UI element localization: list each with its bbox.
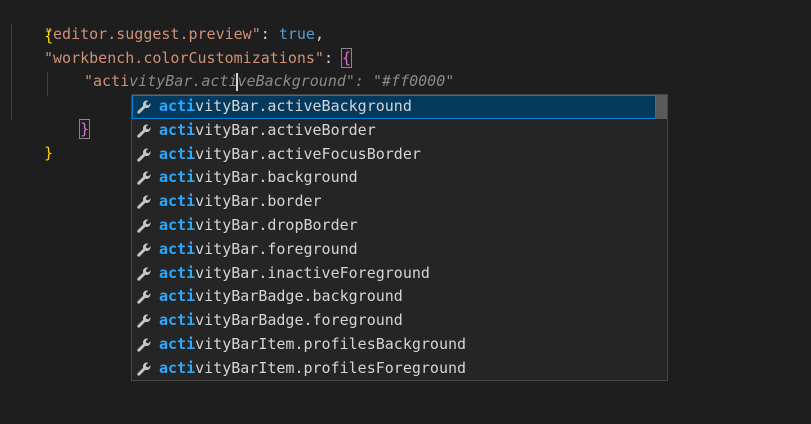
nested-open-brace: { [341, 48, 353, 68]
wrench-icon [136, 361, 152, 377]
code-line-3: "workbench.colorCustomizations": { [44, 46, 353, 70]
json-key: "editor.suggest.preview" [44, 25, 261, 43]
suggestion-label: activityBarItem.profilesForeground [159, 357, 466, 381]
suggestion-rest: vityBar.border [195, 192, 322, 211]
colon: : [260, 25, 279, 43]
code-line-6: } [8, 117, 53, 162]
code-line-5: } [44, 93, 91, 139]
suggestion-label: activityBarItem.profilesBackground [159, 333, 466, 357]
suggestion-label: activityBar.border [159, 190, 322, 214]
code-line-2: "editor.suggest.preview": true, [44, 22, 324, 46]
close-brace: } [44, 144, 54, 162]
match-highlight: acti [159, 263, 196, 282]
suggestion-rest: vityBar.background [195, 168, 358, 187]
suggestion-label: activityBar.inactiveForeground [159, 262, 430, 286]
suggestion-item[interactable]: activityBarItem.profilesBackground [132, 333, 656, 357]
wrench-icon [136, 218, 152, 234]
match-highlight: acti [159, 358, 196, 377]
wrench-icon [136, 170, 152, 186]
suggestion-item[interactable]: activityBar.activeBorder [132, 119, 656, 143]
suggestion-item[interactable]: activityBar.foreground [132, 238, 656, 262]
suggestion-item[interactable]: activityBar.dropBorder [132, 214, 656, 238]
wrench-icon [136, 313, 152, 329]
suggestion-item[interactable]: activityBarBadge.background [132, 285, 656, 309]
match-highlight: acti [159, 97, 196, 115]
match-highlight: acti [159, 144, 196, 163]
suggestion-rest: vityBarItem.profilesBackground [195, 335, 467, 353]
text-cursor [236, 73, 238, 91]
nested-close-brace: } [79, 119, 91, 139]
suggestion-rest: vityBar.foreground [195, 239, 358, 258]
match-highlight: acti [159, 311, 196, 330]
match-highlight: acti [159, 120, 196, 139]
match-highlight: acti [159, 239, 196, 258]
suggestion-rest: vityBar.activeBorder [195, 120, 376, 139]
suggestion-rest: vityBar.dropBorder [195, 216, 358, 234]
suggestion-item[interactable]: activityBar.activeFocusBorder [132, 143, 656, 167]
code-line-1: { [8, 0, 53, 45]
wrench-icon [136, 123, 152, 139]
suggestion-label: activityBar.activeBackground [159, 95, 412, 119]
wrench-icon [136, 289, 152, 305]
suggestion-rest: vityBar.inactiveForeground [195, 263, 430, 282]
json-key: "workbench.colorCustomizations" [44, 49, 324, 67]
suggestion-item[interactable]: activityBarBadge.foreground [132, 309, 656, 333]
code-line-4: "activityBar.activeBackground": "#ff0000… [84, 69, 454, 93]
match-highlight: acti [159, 287, 196, 306]
match-highlight: acti [159, 168, 196, 187]
suggest-widget[interactable]: activityBar.activeBackground activityBar.… [131, 94, 668, 381]
suggestion-item[interactable]: activityBar.background [132, 166, 656, 190]
wrench-icon [136, 194, 152, 210]
wrench-icon [136, 337, 152, 353]
scrollbar-thumb[interactable] [656, 95, 667, 119]
suggestion-rest: vityBar.activeFocusBorder [195, 144, 421, 163]
suggestion-label: activityBar.dropBorder [159, 214, 358, 238]
match-highlight: acti [159, 192, 196, 211]
suggestion-label: activityBarBadge.foreground [159, 309, 403, 333]
suggestion-rest: vityBarItem.profilesForeground [195, 358, 467, 377]
suggest-scrollbar[interactable] [656, 95, 667, 380]
suggestion-label: activityBar.background [159, 166, 358, 190]
comma: , [314, 25, 324, 43]
suggestion-item[interactable]: activityBarItem.profilesForeground [132, 357, 656, 381]
suggestion-item[interactable]: activityBar.activeBackground [132, 95, 656, 119]
suggestion-rest: vityBarBadge.foreground [195, 311, 403, 330]
suggestion-rest: vityBar.activeBackground [195, 97, 412, 115]
match-highlight: acti [159, 216, 196, 234]
suggestion-label: activityBar.activeBorder [159, 119, 376, 143]
suggestion-rest: vityBarBadge.background [195, 287, 403, 306]
suggestion-label: activityBar.foreground [159, 238, 358, 262]
json-value: true [278, 25, 315, 43]
wrench-icon [136, 242, 152, 258]
suggestion-label: activityBarBadge.background [159, 285, 403, 309]
wrench-icon [136, 266, 152, 282]
wrench-icon [136, 99, 152, 115]
colon: : [323, 49, 343, 67]
suggestion-item[interactable]: activityBar.inactiveForeground [132, 262, 656, 286]
suggestion-item[interactable]: activityBar.border [132, 190, 656, 214]
typed-text: "acti [84, 72, 130, 90]
inline-suggestion-preview: vityBar.activeBackground": "#ff0000" [129, 72, 455, 90]
wrench-icon [136, 147, 152, 163]
match-highlight: acti [159, 335, 196, 353]
suggestion-label: activityBar.activeFocusBorder [159, 143, 421, 167]
